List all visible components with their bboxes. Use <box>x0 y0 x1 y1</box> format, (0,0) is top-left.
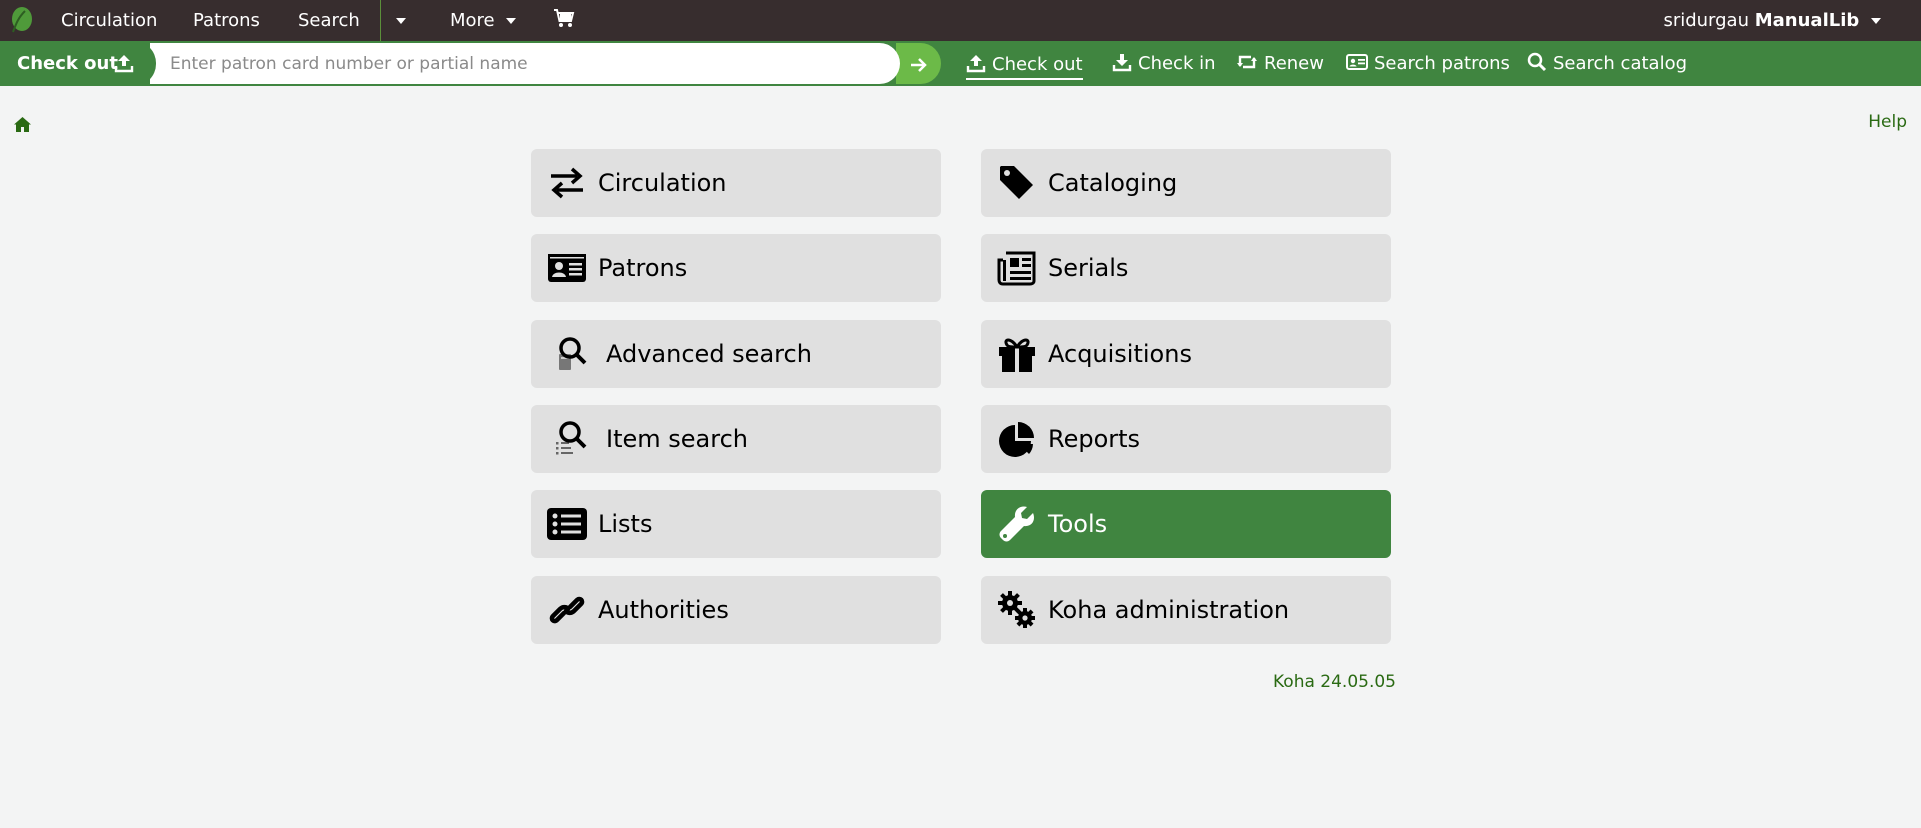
header-search-bar: Check out Check out Check in Renew <box>0 41 1921 86</box>
module-reports-label: Reports <box>1048 425 1141 453</box>
gift-icon <box>999 338 1035 372</box>
module-lists-label: Lists <box>598 510 653 538</box>
id-card-icon <box>1346 54 1368 70</box>
username: sridurgau <box>1663 10 1749 31</box>
module-circulation[interactable]: Circulation <box>531 149 941 217</box>
module-tools-label: Tools <box>1048 510 1108 538</box>
checkout-tab[interactable]: Check out <box>0 41 156 86</box>
wrench-icon <box>999 506 1034 542</box>
chevron-down-icon <box>396 18 406 24</box>
cart-icon <box>554 9 575 27</box>
search-dropdown-toggle[interactable] <box>396 0 406 41</box>
module-lists[interactable]: Lists <box>531 490 941 558</box>
newspaper-icon <box>997 251 1036 286</box>
koha-leaf-icon[interactable] <box>8 6 34 34</box>
tool-search-patrons-label: Search patrons <box>1374 53 1510 74</box>
module-patrons-label: Patrons <box>598 254 688 282</box>
checkout-tab-label: Check out <box>17 53 118 74</box>
tool-search-catalog-label: Search catalog <box>1553 53 1688 74</box>
list-icon <box>547 508 587 540</box>
exchange-arrows-icon <box>551 167 583 199</box>
user-menu[interactable]: sridurgau ManualLib <box>1663 0 1881 41</box>
patron-search-input[interactable] <box>170 43 870 84</box>
nav-more-label: More <box>450 10 495 31</box>
upload-icon <box>966 55 986 73</box>
pie-chart-icon <box>999 422 1034 457</box>
module-reports[interactable]: Reports <box>981 405 1391 473</box>
module-patrons[interactable]: Patrons <box>531 234 941 302</box>
module-authorities[interactable]: Authorities <box>531 576 941 644</box>
search-icon <box>1527 52 1547 72</box>
module-cataloging-label: Cataloging <box>1048 169 1178 197</box>
tool-check-out[interactable]: Check out <box>966 46 1083 80</box>
link-icon <box>549 596 585 624</box>
module-advanced-search-label: Advanced search <box>606 340 812 368</box>
tag-icon <box>1000 166 1033 199</box>
id-card-icon <box>548 254 586 282</box>
nav-more[interactable]: More <box>450 0 517 41</box>
nav-divider <box>380 0 381 41</box>
module-acquisitions-label: Acquisitions <box>1048 340 1192 368</box>
module-koha-administration-label: Koha administration <box>1048 596 1290 624</box>
tool-renew-label: Renew <box>1264 53 1324 74</box>
module-acquisitions[interactable]: Acquisitions <box>981 320 1391 388</box>
submit-button[interactable] <box>896 43 941 84</box>
nav-circulation[interactable]: Circulation <box>61 0 157 41</box>
arrow-right-icon <box>911 58 927 72</box>
chevron-down-icon <box>1871 18 1881 24</box>
chevron-down-icon <box>506 18 517 24</box>
module-advanced-search[interactable]: Advanced search <box>531 320 941 388</box>
tool-check-in-label: Check in <box>1138 53 1216 74</box>
retweet-icon <box>1237 55 1257 69</box>
patron-search-wrapper <box>150 43 900 84</box>
tool-check-out-label: Check out <box>992 54 1083 75</box>
module-cataloging[interactable]: Cataloging <box>981 149 1391 217</box>
top-navbar: Circulation Patrons Search More sridurga… <box>0 0 1921 41</box>
upload-icon <box>114 55 134 73</box>
tool-search-catalog[interactable]: Search catalog <box>1527 41 1687 86</box>
tool-renew[interactable]: Renew <box>1236 41 1324 86</box>
home-icon[interactable] <box>13 116 32 133</box>
cart-button[interactable] <box>553 0 575 41</box>
nav-search[interactable]: Search <box>298 0 360 41</box>
module-serials[interactable]: Serials <box>981 234 1391 302</box>
tool-check-in[interactable]: Check in <box>1112 41 1216 86</box>
module-item-search-label: Item search <box>606 425 748 453</box>
logged-in-library: ManualLib <box>1754 10 1860 31</box>
help-link[interactable]: Help <box>1868 112 1907 132</box>
list-search-icon <box>556 421 587 455</box>
book-search-icon <box>559 337 587 370</box>
gears-icon <box>998 591 1035 628</box>
module-tools[interactable]: Tools <box>981 490 1391 558</box>
koha-version-link[interactable]: Koha 24.05.05 <box>1273 672 1396 692</box>
module-serials-label: Serials <box>1048 254 1129 282</box>
module-item-search[interactable]: Item search <box>531 405 941 473</box>
module-koha-administration[interactable]: Koha administration <box>981 576 1391 644</box>
nav-patrons[interactable]: Patrons <box>193 0 260 41</box>
tool-search-patrons[interactable]: Search patrons <box>1346 41 1510 86</box>
module-authorities-label: Authorities <box>598 596 729 624</box>
download-icon <box>1112 54 1132 72</box>
module-circulation-label: Circulation <box>598 169 727 197</box>
